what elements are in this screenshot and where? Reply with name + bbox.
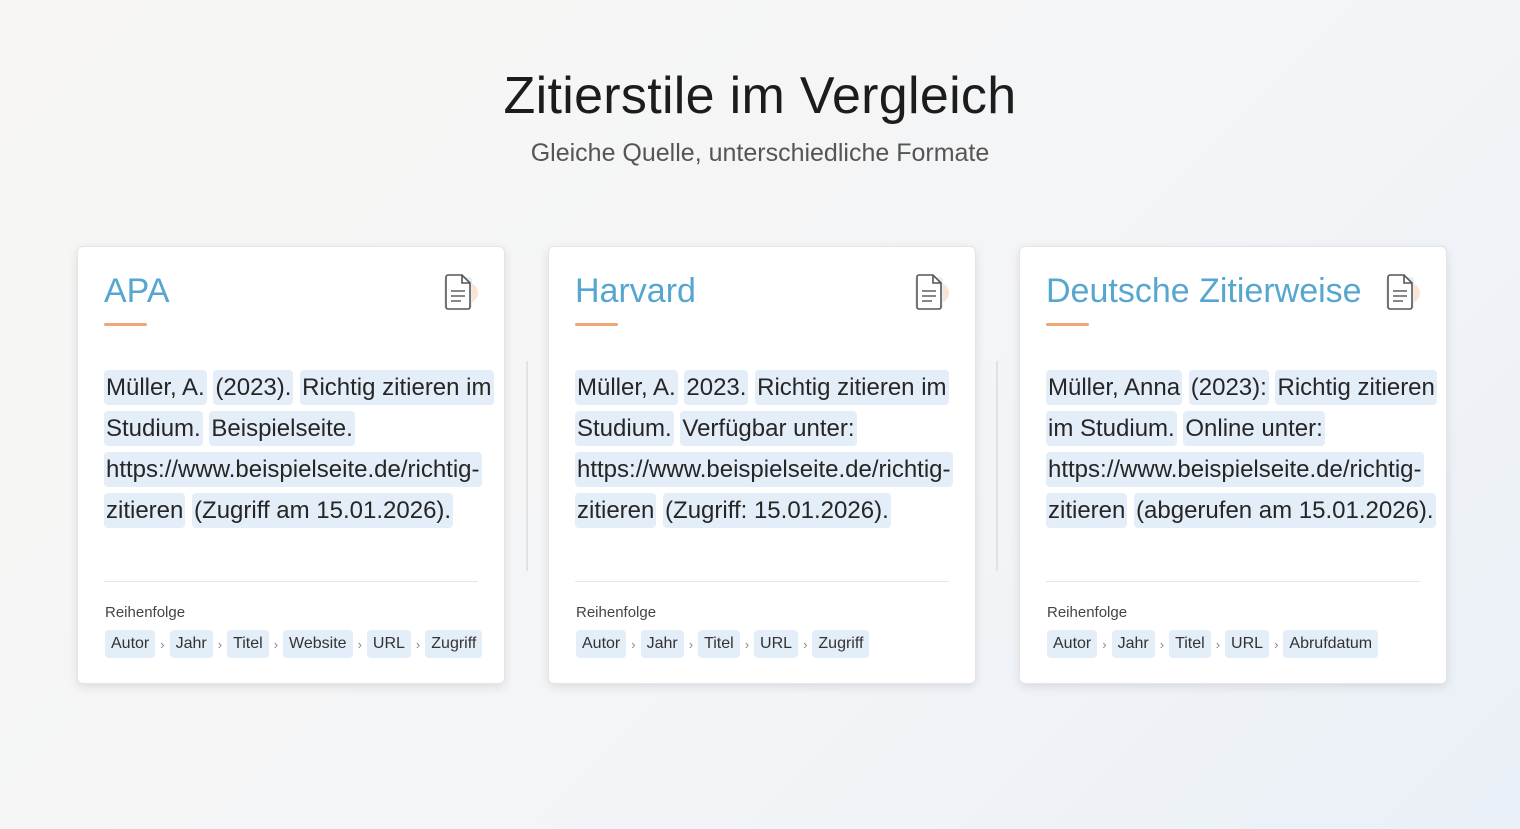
chevron-right-icon: › [803,636,808,652]
citation-text: Müller, A. 2023. Richtig zitieren im Stu… [575,367,965,531]
chevron-right-icon: › [1274,636,1279,652]
citation-card-apa: APA Müller, A. (2023). Richtig zitieren … [77,246,505,684]
page-subtitle: Gleiche Quelle, unterschiedliche Formate [530,139,990,167]
order-chip: Autor [105,630,156,658]
card-divider [104,581,478,582]
chevron-right-icon: › [273,636,279,652]
citation-year: 2023. [684,370,749,405]
card-title: Harvard [575,272,696,310]
card-divider [1046,581,1420,582]
citation-access: (Zugriff am 15.01.2026). [192,493,454,528]
order-label: Reihenfolge [1047,604,1128,621]
chevron-right-icon: › [1102,636,1107,652]
citation-source: Online unter: [1183,411,1325,446]
citation-cards: APA Müller, A. (2023). Richtig zitieren … [77,246,1447,684]
chevron-right-icon: › [1215,636,1221,652]
citation-author: Müller, A. [575,370,678,405]
card-divider [575,581,949,582]
order-chip: URL [754,630,799,658]
citation-author: Müller, A. [104,370,207,405]
order-chip: Autor [1047,630,1098,658]
order-label: Reihenfolge [576,604,657,621]
chevron-right-icon: › [160,636,165,652]
order-chips: Autor › Jahr › Titel › URL › Zugriff [576,630,870,658]
column-separator [526,361,528,571]
card-title: APA [104,272,170,310]
citation-year: (2023): [1188,370,1269,405]
card-title: Deutsche Zitierweise [1046,272,1362,310]
order-chip: Titel [227,630,269,658]
chevron-right-icon: › [688,636,694,652]
citation-author: Müller, Anna [1046,370,1183,405]
title-underline [104,323,147,326]
chevron-right-icon: › [744,636,750,652]
order-chip: Zugriff [812,630,870,658]
document-icon [1386,274,1420,310]
order-chip: Titel [698,630,740,658]
order-chip: Titel [1169,630,1211,658]
chevron-right-icon: › [415,636,421,652]
order-chip: URL [1225,630,1270,658]
document-icon [444,274,478,310]
order-chip: URL [366,630,411,658]
citation-access: (abgerufen am 15.01.2026). [1134,493,1436,528]
order-chip: Website [283,630,353,658]
title-underline [1046,323,1089,326]
citation-access: (Zugriff: 15.01.2026). [663,493,891,528]
order-chip: Autor [576,630,627,658]
chevron-right-icon: › [217,636,223,652]
citation-text: Müller, Anna (2023): Richtig zitieren im… [1046,367,1437,531]
order-chip: Jahr [640,630,684,658]
citation-year: (2023). [213,370,294,405]
order-label: Reihenfolge [105,604,186,621]
citation-text: Müller, A. (2023). Richtig zitieren im S… [104,367,494,531]
order-chip: Jahr [1111,630,1155,658]
citation-source: Beispielseite. [209,411,355,446]
order-chip: Jahr [169,630,213,658]
citation-card-deutsche-zitierweise: Deutsche Zitierweise Müller, Anna (2023)… [1019,246,1447,684]
citation-card-harvard: Harvard Müller, A. 2023. Richtig zitiere… [548,246,976,684]
chevron-right-icon: › [357,636,362,652]
page-header: Zitierstile im Vergleich Gleiche Quelle,… [0,64,1520,168]
title-underline [575,323,618,326]
order-chips: Autor › Jahr › Titel › Website › URL › Zugrif… [105,630,483,658]
order-chip: Abrufdatum [1283,630,1379,658]
column-separator [996,361,998,571]
page-title: Zitierstile im Vergleich [503,67,1017,125]
order-chips: Autor › Jahr › Titel › URL › Abrufdatum [1047,630,1379,658]
chevron-right-icon: › [631,636,636,652]
order-chip: Zugriff [425,630,483,658]
citation-source: Verfügbar unter: [680,411,857,446]
document-icon [915,274,949,310]
chevron-right-icon: › [1159,636,1165,652]
